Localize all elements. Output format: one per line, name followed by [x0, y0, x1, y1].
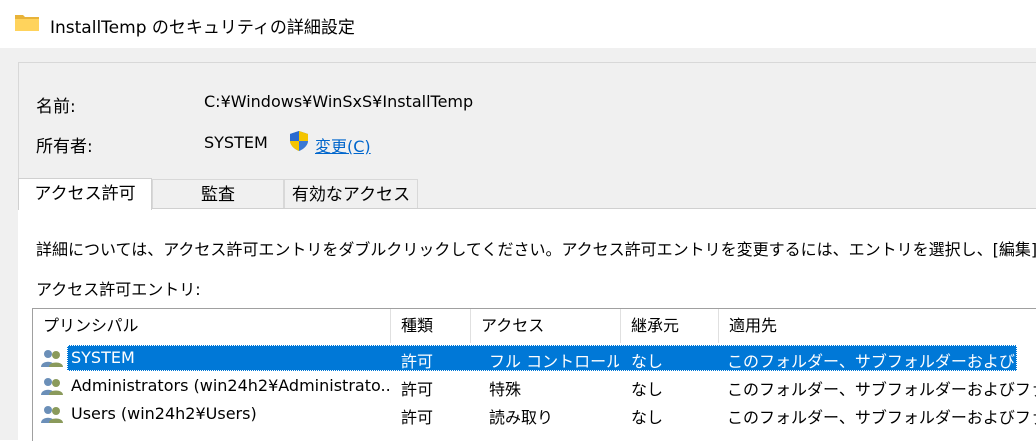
cell-inherited-from: なし	[631, 380, 664, 399]
column-header-type[interactable]: 種類	[391, 309, 471, 343]
cell-applies-to: このフォルダー、サブフォルダーおよびファイル	[727, 352, 1036, 371]
users-icon	[41, 378, 63, 395]
cell-principal: SYSTEM	[71, 348, 135, 367]
name-label: 名前:	[36, 97, 76, 117]
column-header-principal[interactable]: プリンシパル	[33, 309, 391, 343]
owner-label: 所有者:	[36, 137, 93, 157]
change-owner-link[interactable]: 変更(C)	[315, 133, 371, 157]
users-icon	[41, 350, 63, 367]
tab-permissions[interactable]: アクセス許可	[18, 178, 152, 210]
cell-principal: Administrators (win24h2¥Administrato...	[71, 376, 389, 395]
column-header-inherited-from[interactable]: 継承元	[621, 309, 719, 343]
cell-inherited-from: なし	[631, 408, 664, 427]
cell-applies-to: このフォルダー、サブフォルダーおよびファイル	[727, 408, 1036, 427]
tab-auditing[interactable]: 監査	[152, 179, 284, 209]
window-title: InstallTemp のセキュリティの詳細設定	[50, 18, 355, 38]
column-header-access[interactable]: アクセス	[471, 309, 621, 343]
cell-access: 特殊	[489, 380, 522, 399]
entries-label: アクセス許可エントリ:	[36, 280, 201, 299]
cell-access: 読み取り	[489, 408, 554, 427]
column-header-applies-to[interactable]: 適用先	[719, 309, 1036, 343]
owner-value: SYSTEM	[204, 133, 268, 152]
cell-type: 許可	[401, 352, 434, 371]
change-link-text: 変更	[315, 137, 348, 156]
tab-effective-access[interactable]: 有効なアクセス	[284, 179, 418, 209]
cell-type: 許可	[401, 408, 434, 427]
name-value: C:¥Windows¥WinSxS¥InstallTemp	[204, 92, 474, 111]
cell-access: フル コントロール	[489, 352, 619, 371]
cell-applies-to: このフォルダー、サブフォルダーおよびファイル	[727, 380, 1036, 399]
cell-type: 許可	[401, 380, 434, 399]
title-bar: InstallTemp のセキュリティの詳細設定	[0, 0, 1036, 48]
table-row[interactable]: Users (win24h2¥Users) 許可 読み取り なし このフォルダー…	[33, 401, 1036, 427]
info-text: 詳細については、アクセス許可エントリをダブルクリックしてください。アクセス許可エ…	[36, 240, 1036, 259]
folder-icon	[15, 15, 39, 31]
change-link-accel: (C)	[347, 137, 371, 156]
permission-entries-table[interactable]: プリンシパル 種類 アクセス 継承元 適用先 SYSTEM 許可 フル コントロ…	[32, 308, 1036, 441]
cell-inherited-from: なし	[631, 352, 664, 371]
cell-principal: Users (win24h2¥Users)	[71, 404, 257, 423]
table-row[interactable]: Administrators (win24h2¥Administrato... …	[33, 373, 1036, 399]
table-row[interactable]: SYSTEM 許可 フル コントロール なし このフォルダー、サブフォルダーおよ…	[33, 345, 1036, 371]
users-icon	[41, 406, 63, 423]
uac-shield-icon	[290, 131, 308, 151]
